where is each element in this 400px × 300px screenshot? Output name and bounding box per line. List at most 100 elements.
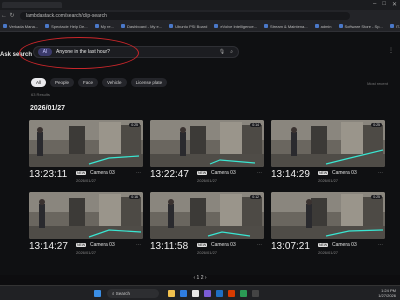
bookmarks-bar: Verkada Mana... Spectacle Help De... My re…: [0, 21, 400, 32]
annotation-circle: [19, 37, 139, 69]
result-card[interactable]: 0:12 13:11:58 NEW Camera 03 2026/01/27 ⋯: [150, 192, 264, 256]
result-card[interactable]: 0:25 13:07:21 NEW Camera 03 2026/01/27 ⋯: [271, 192, 385, 256]
card-more-icon[interactable]: ⋯: [136, 242, 141, 248]
sort-dropdown[interactable]: Most recent: [367, 81, 388, 86]
clip-date: 2026/01/27: [197, 178, 218, 183]
new-tag: NEW: [318, 171, 329, 175]
start-icon[interactable]: [94, 290, 101, 297]
card-more-icon[interactable]: ⋯: [257, 170, 262, 176]
system-clock[interactable]: 1:24 PM 1/27/2026: [378, 288, 396, 298]
bookmark-favicon-icon: [3, 24, 7, 28]
url-field[interactable]: lambdastack.com/search/clip-search: [20, 11, 350, 20]
clip-time: 13:07:21: [271, 241, 310, 252]
bookmark-favicon-icon: [389, 24, 394, 28]
edge-icon[interactable]: [180, 290, 187, 297]
clip-time: 13:22:47: [150, 169, 189, 180]
clip-time: 13:14:27: [29, 241, 68, 252]
filter-chip-all[interactable]: All: [31, 78, 47, 87]
filter-chip-vehicle[interactable]: Vehicle: [102, 78, 127, 87]
new-tag: NEW: [197, 171, 208, 175]
camera-name: Camera 03: [90, 170, 115, 176]
card-more-icon[interactable]: ⋯: [257, 242, 262, 248]
video-thumbnail[interactable]: 0:14: [150, 120, 264, 167]
clip-date: 2026/01/27: [318, 250, 339, 255]
office-icon[interactable]: [228, 290, 235, 297]
excel-icon[interactable]: [240, 290, 247, 297]
clip-time: 13:23:11: [29, 169, 68, 180]
results-count: 63 Results: [31, 92, 50, 97]
taskbar-search[interactable]: ⌕ Search: [107, 289, 159, 298]
camera-name: Camera 03: [332, 170, 357, 176]
bookmark-item[interactable]: admin: [314, 24, 332, 29]
result-card[interactable]: 0:16 13:14:27 NEW Camera 03 2026/01/27 ⋯: [29, 192, 143, 256]
bookmark-favicon-icon: [120, 24, 125, 28]
result-card[interactable]: 0:25 13:14:29 NEW Camera 03 2026/01/27 ⋯: [271, 120, 385, 184]
clip-date: 2026/01/27: [318, 178, 339, 183]
new-tag: NEW: [318, 243, 329, 247]
maximize-button[interactable]: □: [382, 1, 386, 8]
duration-badge: 0:16: [129, 195, 140, 199]
camera-name: Camera 03: [90, 242, 115, 248]
more-options-icon[interactable]: ⋮: [388, 47, 394, 54]
bookmark-item[interactable]: My re...: [94, 24, 114, 29]
filter-chip-face[interactable]: Face: [78, 78, 99, 87]
app-main: Ask search ⌄ AI Anyone in the last hour?…: [0, 32, 400, 281]
date-heading: 2026/01/27: [30, 105, 66, 112]
terminal-icon[interactable]: [252, 290, 259, 297]
bookmark-favicon-icon: [338, 24, 343, 28]
bookmark-item[interactable]: Spectacle Help De...: [45, 24, 88, 29]
back-arrow-icon[interactable]: ←: [0, 13, 8, 19]
video-thumbnail[interactable]: 0:25: [271, 192, 385, 239]
chrome-icon[interactable]: [192, 290, 199, 297]
bookmark-favicon-icon: [264, 24, 269, 28]
video-thumbnail[interactable]: 0:16: [29, 192, 143, 239]
filter-chips: All People Face Vehicle License plate: [31, 78, 168, 87]
bookmark-item[interactable]: Ubuntu PSI Board: [169, 24, 207, 29]
clip-time: 13:11:58: [150, 241, 189, 252]
outlook-icon[interactable]: [216, 290, 223, 297]
card-more-icon[interactable]: ⋯: [378, 170, 383, 176]
teams-icon[interactable]: [204, 290, 211, 297]
browser-tab-strip: – □ ✕: [0, 0, 400, 10]
duration-badge: 0:14: [250, 123, 261, 127]
bookmark-item[interactable]: Dashboard - My e...: [120, 24, 162, 29]
new-tag: NEW: [76, 171, 87, 175]
bookmark-item[interactable]: IT-WEB Lookup: [389, 24, 400, 29]
bookmark-item[interactable]: eVolve Intelligence...: [214, 24, 257, 29]
new-tag: NEW: [197, 243, 208, 247]
address-bar: ← ↻ lambdastack.com/search/clip-search: [0, 10, 400, 21]
duration-badge: 0:25: [129, 123, 140, 127]
duration-badge: 0:25: [371, 123, 382, 127]
file-explorer-icon[interactable]: [168, 290, 175, 297]
bookmark-favicon-icon: [45, 24, 50, 28]
bookmark-favicon-icon: [94, 24, 99, 28]
duration-badge: 0:12: [250, 195, 261, 199]
video-thumbnail[interactable]: 0:25: [271, 120, 385, 167]
video-thumbnail[interactable]: 0:25: [29, 120, 143, 167]
window-controls: – □ ✕: [373, 1, 397, 8]
pagination[interactable]: ‹ 1 2 ›: [0, 275, 400, 281]
bookmark-item[interactable]: Software Store - Sp...: [338, 24, 383, 29]
result-card[interactable]: 0:25 13:23:11 NEW Camera 03 2026/01/27 ⋯: [29, 120, 143, 184]
taskbar: ⌕ Search 1:24 PM 1/27/2026: [0, 285, 400, 300]
mic-icon[interactable]: 🎙: [219, 49, 225, 55]
clip-date: 2026/01/27: [76, 250, 97, 255]
reload-icon[interactable]: ↻: [8, 12, 16, 19]
card-more-icon[interactable]: ⋯: [136, 170, 141, 176]
search-icon[interactable]: ⌕: [230, 49, 233, 55]
camera-name: Camera 03: [211, 242, 236, 248]
minimize-button[interactable]: –: [373, 1, 376, 8]
browser-tab[interactable]: [2, 2, 62, 8]
filter-chip-license-plate[interactable]: License plate: [130, 78, 168, 87]
video-thumbnail[interactable]: 0:12: [150, 192, 264, 239]
result-card[interactable]: 0:14 13:22:47 NEW Camera 03 2026/01/27 ⋯: [150, 120, 264, 184]
close-button[interactable]: ✕: [392, 1, 397, 8]
bookmark-item[interactable]: Verkada Mana...: [3, 24, 38, 29]
camera-name: Camera 03: [211, 170, 236, 176]
filter-chip-people[interactable]: People: [50, 78, 75, 87]
duration-badge: 0:25: [371, 195, 382, 199]
bookmark-item[interactable]: Stream & Maintena...: [264, 24, 308, 29]
camera-name: Camera 03: [332, 242, 357, 248]
card-more-icon[interactable]: ⋯: [378, 242, 383, 248]
clip-time: 13:14:29: [271, 169, 310, 180]
